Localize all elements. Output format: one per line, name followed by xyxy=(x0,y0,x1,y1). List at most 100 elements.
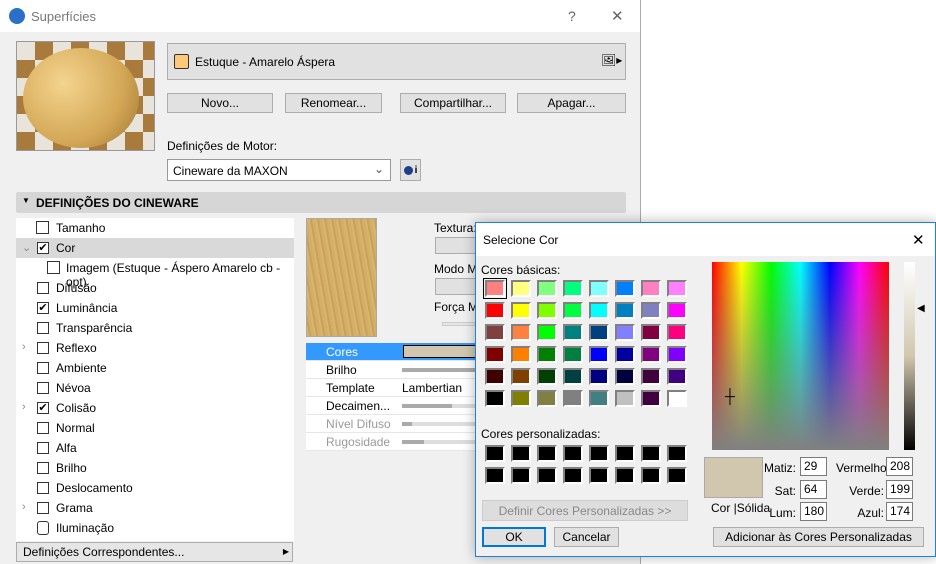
custom-color-swatch[interactable] xyxy=(537,467,557,484)
tree-item[interactable]: Ambiente xyxy=(16,358,294,378)
dialog-close-button[interactable]: ✕ xyxy=(912,231,925,249)
custom-color-swatch[interactable] xyxy=(485,467,505,484)
custom-color-swatch[interactable] xyxy=(563,445,583,462)
luminance-arrow-icon[interactable]: ◀ xyxy=(917,303,925,314)
custom-color-swatch[interactable] xyxy=(641,445,661,462)
basic-color-swatch[interactable] xyxy=(589,302,609,319)
chevron-right-icon[interactable]: › xyxy=(22,341,26,353)
basic-color-swatch[interactable] xyxy=(563,324,583,341)
tree-item[interactable]: Normal xyxy=(16,418,294,438)
checkbox[interactable] xyxy=(37,462,49,474)
blue-input[interactable]: 174 xyxy=(886,502,913,521)
basic-color-swatch[interactable] xyxy=(563,302,583,319)
custom-color-swatch[interactable] xyxy=(589,445,609,462)
checkbox[interactable] xyxy=(37,362,49,374)
property-slider[interactable] xyxy=(402,404,482,408)
chevron-right-icon[interactable]: › xyxy=(22,501,26,513)
tree-item[interactable]: ⌄ ✔ Cor xyxy=(16,238,294,258)
tree-item[interactable]: Transparência xyxy=(16,318,294,338)
basic-color-swatch[interactable] xyxy=(537,346,557,363)
cancel-button[interactable]: Cancelar xyxy=(554,527,619,547)
tree-item[interactable]: › ✔ Colisão xyxy=(16,398,294,418)
basic-color-swatch[interactable] xyxy=(537,324,557,341)
custom-color-swatch[interactable] xyxy=(615,445,635,462)
tree-item[interactable]: Brilho xyxy=(16,458,294,478)
delete-button[interactable]: Apagar... xyxy=(517,93,626,113)
basic-color-swatch[interactable] xyxy=(485,324,505,341)
luminance-bar[interactable] xyxy=(904,262,915,450)
basic-color-swatch[interactable] xyxy=(641,368,661,385)
property-slider[interactable] xyxy=(402,440,482,444)
basic-color-swatch[interactable] xyxy=(563,346,583,363)
checkbox[interactable] xyxy=(37,442,49,454)
basic-color-swatch[interactable] xyxy=(615,390,635,407)
section-header[interactable]: ▼ DEFINIÇÕES DO CINEWARE xyxy=(16,192,626,213)
custom-color-swatch[interactable] xyxy=(641,467,661,484)
tree-item[interactable]: Difusão xyxy=(16,278,294,298)
checkbox[interactable] xyxy=(37,322,49,334)
property-row[interactable]: Nível Difuso xyxy=(306,415,482,433)
color-value-swatch[interactable] xyxy=(403,345,483,358)
basic-color-swatch[interactable] xyxy=(485,346,505,363)
custom-color-swatch[interactable] xyxy=(667,445,687,462)
custom-color-swatch[interactable] xyxy=(485,445,505,462)
tree-item[interactable]: Alfa xyxy=(16,438,294,458)
basic-color-swatch[interactable] xyxy=(589,390,609,407)
basic-color-swatch[interactable] xyxy=(511,368,531,385)
basic-color-swatch[interactable] xyxy=(589,280,609,297)
tree-item[interactable]: ✔ Luminância xyxy=(16,298,294,318)
matching-settings-button[interactable]: Definições Correspondentes... ▶ xyxy=(16,542,293,562)
new-button[interactable]: Novo... xyxy=(167,93,273,113)
close-button[interactable]: ✕ xyxy=(611,7,624,25)
tree-item[interactable]: Imagem (Estuque - Áspero Amarelo cb -opt… xyxy=(16,258,294,289)
basic-color-swatch[interactable] xyxy=(511,324,531,341)
hue-input[interactable]: 29 xyxy=(800,457,827,476)
checkbox[interactable]: ✔ xyxy=(37,302,49,314)
basic-color-swatch[interactable] xyxy=(667,346,687,363)
basic-color-swatch[interactable] xyxy=(511,302,531,319)
chevron-right-icon[interactable]: › xyxy=(22,401,26,413)
rename-button[interactable]: Renomear... xyxy=(285,93,382,113)
basic-color-swatch[interactable] xyxy=(511,346,531,363)
property-slider[interactable] xyxy=(402,368,482,372)
basic-color-swatch[interactable] xyxy=(615,324,635,341)
basic-color-swatch[interactable] xyxy=(641,324,661,341)
texture-field[interactable] xyxy=(435,237,480,254)
color-spectrum[interactable]: ┼ xyxy=(712,262,889,450)
basic-color-swatch[interactable] xyxy=(641,346,661,363)
basic-color-swatch[interactable] xyxy=(485,302,505,319)
checkbox[interactable] xyxy=(37,282,49,294)
basic-color-swatch[interactable] xyxy=(667,368,687,385)
help-button[interactable]: ? xyxy=(568,8,576,24)
tree-item[interactable]: Tamanho xyxy=(16,218,294,238)
basic-color-swatch[interactable] xyxy=(615,346,635,363)
custom-color-swatch[interactable] xyxy=(511,467,531,484)
basic-color-swatch[interactable] xyxy=(641,302,661,319)
tree-item[interactable]: Iluminação xyxy=(16,518,294,538)
mode-field[interactable] xyxy=(435,278,480,295)
basic-color-swatch[interactable] xyxy=(511,390,531,407)
basic-color-swatch[interactable] xyxy=(615,280,635,297)
basic-color-swatch[interactable] xyxy=(563,280,583,297)
custom-color-swatch[interactable] xyxy=(563,467,583,484)
property-row[interactable]: Cores xyxy=(306,343,483,361)
engine-select[interactable]: Cineware da MAXON ⌄ xyxy=(167,159,391,181)
basic-color-swatch[interactable] xyxy=(537,280,557,297)
custom-color-swatch[interactable] xyxy=(511,445,531,462)
basic-color-swatch[interactable] xyxy=(615,302,635,319)
custom-color-swatch[interactable] xyxy=(667,467,687,484)
basic-color-swatch[interactable] xyxy=(667,280,687,297)
checkbox[interactable]: ✔ xyxy=(37,242,49,254)
basic-color-swatch[interactable] xyxy=(589,346,609,363)
tree-item[interactable]: Deslocamento xyxy=(16,478,294,498)
basic-color-swatch[interactable] xyxy=(537,368,557,385)
surface-name-field[interactable]: Estuque - Amarelo Áspera 🖼▸ xyxy=(167,43,626,80)
property-row[interactable]: Decaimen... xyxy=(306,397,482,415)
basic-color-swatch[interactable] xyxy=(641,390,661,407)
basic-color-swatch[interactable] xyxy=(485,390,505,407)
checkbox[interactable] xyxy=(37,382,49,394)
sat-input[interactable]: 64 xyxy=(800,480,827,499)
chevron-down-icon[interactable]: ⌄ xyxy=(22,241,31,254)
basic-color-swatch[interactable] xyxy=(615,368,635,385)
basic-color-swatch[interactable] xyxy=(667,390,687,407)
